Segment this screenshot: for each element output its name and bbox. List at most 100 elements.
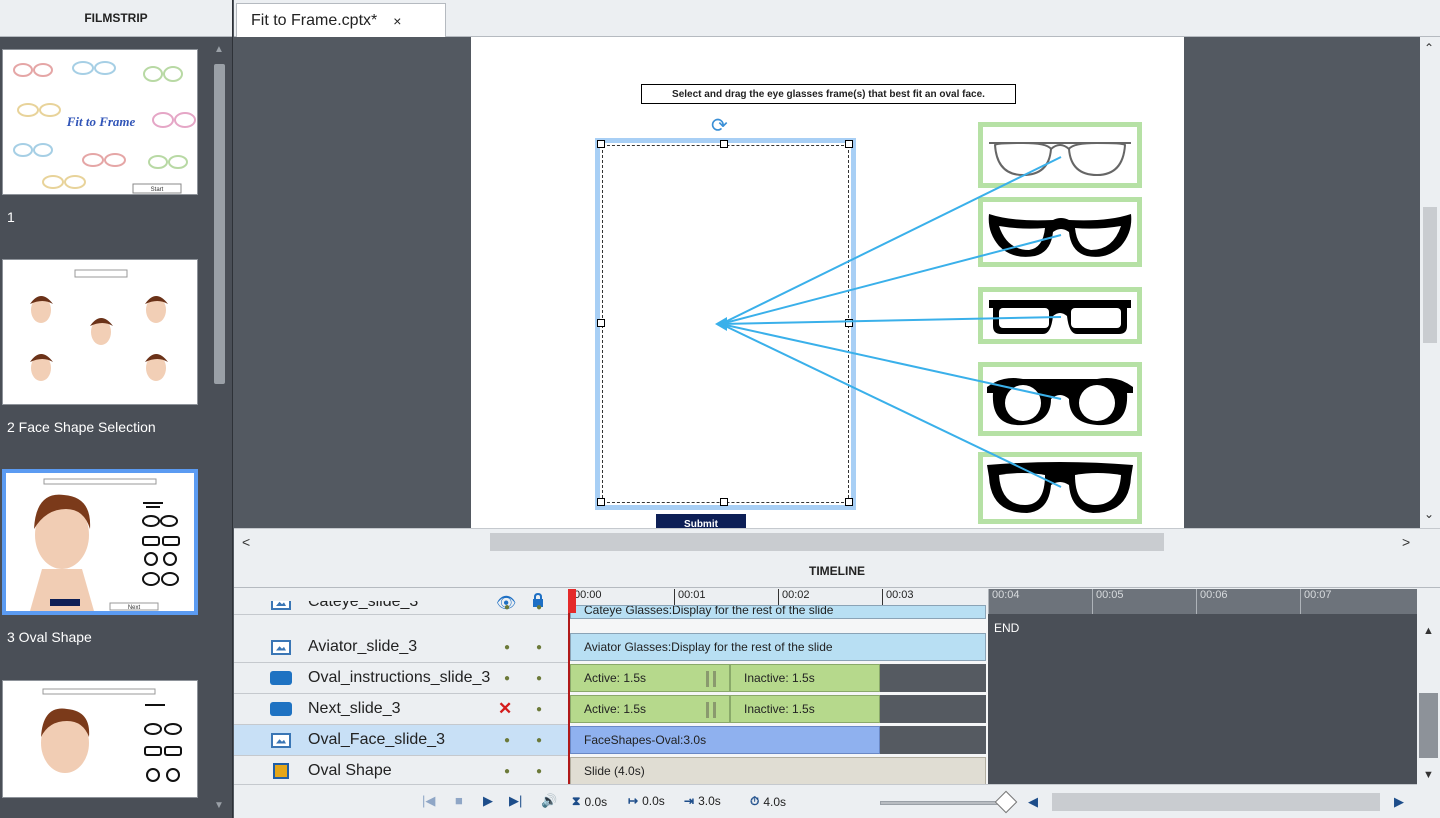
start-time-icon: ↦ — [628, 794, 639, 808]
slide-thumbnail-3[interactable]: Next — [2, 469, 198, 615]
slide-thumbnail-2[interactable] — [2, 259, 198, 405]
stat-duration: ⇥ 3.0s — [684, 794, 721, 808]
slide-label-3: 3 Oval Shape — [7, 629, 92, 645]
selection-border — [602, 145, 849, 503]
timeline-bar-cateye[interactable]: Cateye Glasses:Display for the rest of t… — [570, 605, 986, 619]
audio-icon[interactable]: 🔊 — [541, 793, 557, 809]
go-to-start-icon[interactable]: |◀ — [422, 793, 435, 809]
timeline-row-instructions[interactable]: Oval_instructions_slide_3 ● ● — [234, 663, 568, 694]
timeline-bar-inactive-instructions[interactable]: Inactive: 1.5s — [730, 664, 880, 692]
ruler-tick: 00:07 — [1300, 589, 1332, 614]
slide-label-2: 2 Face Shape Selection — [7, 419, 156, 435]
rectangle-glasses-image[interactable] — [978, 287, 1142, 344]
lock-dot-icon[interactable]: ● — [536, 735, 542, 746]
stop-icon[interactable]: ■ — [455, 793, 463, 808]
go-to-end-icon[interactable]: ▶| — [509, 793, 522, 809]
filmstrip-scroll-thumb[interactable] — [214, 64, 225, 384]
resize-handle-bl[interactable] — [597, 498, 605, 506]
visibility-dot-icon[interactable]: ● — [504, 602, 510, 613]
timeline-vscroll-thumb[interactable] — [1419, 693, 1438, 758]
scroll-right-arrow-icon[interactable]: ▶ — [1394, 794, 1404, 810]
document-tab-label: Fit to Frame.cptx* — [251, 11, 378, 29]
instructions-caption[interactable]: Select and drag the eye glasses frame(s)… — [641, 84, 1016, 104]
stat-slide-duration-value: 4.0s — [763, 794, 787, 809]
resize-handle-b[interactable] — [720, 498, 728, 506]
timeline-bar-inactive-next[interactable]: Inactive: 1.5s — [730, 695, 880, 723]
stage-hscroll-thumb[interactable] — [490, 533, 1164, 551]
rectangle-glasses-icon — [989, 300, 1131, 334]
timeline-hscroll-thumb[interactable] — [1052, 793, 1380, 811]
scroll-up-arrow-icon[interactable]: ▲ — [214, 44, 224, 55]
play-icon[interactable]: ▶ — [483, 793, 493, 809]
lock-dot-icon[interactable]: ● — [536, 673, 542, 684]
resize-handle-br[interactable] — [845, 498, 853, 506]
hidden-x-icon[interactable]: ✕ — [498, 699, 512, 719]
round-glasses-image[interactable] — [978, 362, 1142, 436]
visibility-dot-icon[interactable]: ● — [504, 766, 510, 777]
slide-thumbnail-4[interactable] — [2, 680, 198, 798]
timeline-row-aviator[interactable]: Aviator_slide_3 ● ● — [234, 632, 568, 663]
timeline-bar-remaining — [880, 664, 986, 692]
timeline-row-oval-face[interactable]: Oval_Face_slide_3 ● ● — [234, 725, 568, 756]
visibility-dot-icon[interactable]: ● — [504, 735, 510, 746]
playhead-handle[interactable] — [568, 589, 576, 613]
cateye-glasses-icon — [988, 214, 1132, 257]
slide-shape-icon — [273, 763, 289, 779]
visibility-dot-icon[interactable]: ● — [504, 673, 510, 684]
glasses-pattern-image: Fit to Frame Start — [13, 61, 196, 194]
round-glasses-icon — [987, 378, 1133, 426]
timeline-bar-aviator[interactable]: Aviator Glasses:Display for the rest of … — [570, 633, 986, 661]
lock-dot-icon[interactable]: ● — [536, 766, 542, 777]
scroll-down-arrow-icon[interactable]: ▼ — [1423, 769, 1434, 781]
resize-handle-r[interactable] — [845, 319, 853, 327]
timeline-title: TIMELINE — [234, 555, 1440, 588]
drag-drop-target-area[interactable] — [595, 138, 856, 510]
timeline-vertical-scrollbar[interactable]: ▲ ▼ — [1417, 589, 1440, 818]
pause-marker-icon — [706, 702, 716, 718]
lock-dot-icon[interactable]: ● — [536, 642, 542, 653]
chevron-up-icon[interactable]: ⌃ — [1424, 41, 1434, 55]
duration-icon: ⇥ — [684, 794, 695, 808]
timeline-zoom-slider[interactable] — [880, 801, 1008, 805]
document-tab[interactable]: Fit to Frame.cptx* × — [236, 3, 446, 37]
image-icon — [271, 639, 291, 655]
timeline-row-oval-shape[interactable]: Oval Shape ● ● — [234, 756, 568, 787]
timeline-playhead[interactable] — [568, 589, 570, 784]
resize-handle-tr[interactable] — [845, 140, 853, 148]
lock-dot-icon[interactable]: ● — [536, 704, 542, 715]
slide-thumbnail-1[interactable]: Fit to Frame Start — [2, 49, 198, 195]
zoom-slider-knob[interactable] — [994, 790, 1018, 814]
stage-horizontal-scrollbar[interactable]: < > — [234, 528, 1440, 555]
submit-button[interactable]: Submit — [656, 514, 746, 528]
timeline-bar-face[interactable]: FaceShapes-Oval:3.0s — [570, 726, 880, 754]
wayfarer-glasses-image[interactable] — [978, 452, 1142, 524]
chevron-right-icon[interactable]: > — [1402, 534, 1410, 550]
close-tab-icon[interactable]: × — [393, 13, 401, 29]
thumb-start-button: Start — [151, 187, 164, 193]
scroll-up-arrow-icon[interactable]: ▲ — [1423, 625, 1434, 637]
timeline-track-area[interactable]: 00:00 00:01 00:02 00:03 00:04 00:05 00:0… — [568, 589, 1417, 784]
resize-handle-t[interactable] — [720, 140, 728, 148]
stage-vscroll-thumb[interactable] — [1423, 207, 1437, 343]
timeline-bar-slide[interactable]: Slide (4.0s) — [570, 757, 986, 784]
resize-handle-l[interactable] — [597, 319, 605, 327]
timeline-row-cateye[interactable]: Cateye_slide_3 ● ● — [234, 601, 568, 615]
lock-dot-icon[interactable]: ● — [536, 602, 542, 613]
chevron-down-icon[interactable]: ⌄ — [1424, 507, 1434, 521]
scroll-left-arrow-icon[interactable]: ◀ — [1028, 794, 1038, 810]
chevron-left-icon[interactable]: < — [242, 534, 250, 550]
stage-vertical-scrollbar[interactable]: ⌃ ⌄ — [1420, 37, 1440, 528]
visibility-dot-icon[interactable]: ● — [504, 642, 510, 653]
rotate-handle-icon[interactable]: ⟳ — [711, 113, 728, 138]
layer-name-instructions: Oval_instructions_slide_3 — [308, 669, 491, 686]
scroll-down-arrow-icon[interactable]: ▼ — [214, 800, 224, 811]
thumb-title: Fit to Frame — [66, 114, 136, 129]
timeline-row-next[interactable]: Next_slide_3 ✕ ● — [234, 694, 568, 725]
timeline-panel: TIMELINE 👁 Cateye_slide_3 ● ● Aviator_sl… — [234, 555, 1440, 818]
cateye-glasses-image[interactable] — [978, 197, 1142, 267]
timeline-footer: |◀ ■ ▶ ▶| 🔊 ⧗ 0.0s ↦ 0.0s ⇥ 3.0s ⏱ 4.0s ◀ ▶ — [234, 784, 1417, 818]
filmstrip-scrollbar[interactable]: ▲ ▼ — [211, 42, 228, 814]
aviator-glasses-image[interactable] — [978, 122, 1142, 188]
resize-handle-tl[interactable] — [597, 140, 605, 148]
oval-shape-image: Next — [30, 478, 180, 611]
